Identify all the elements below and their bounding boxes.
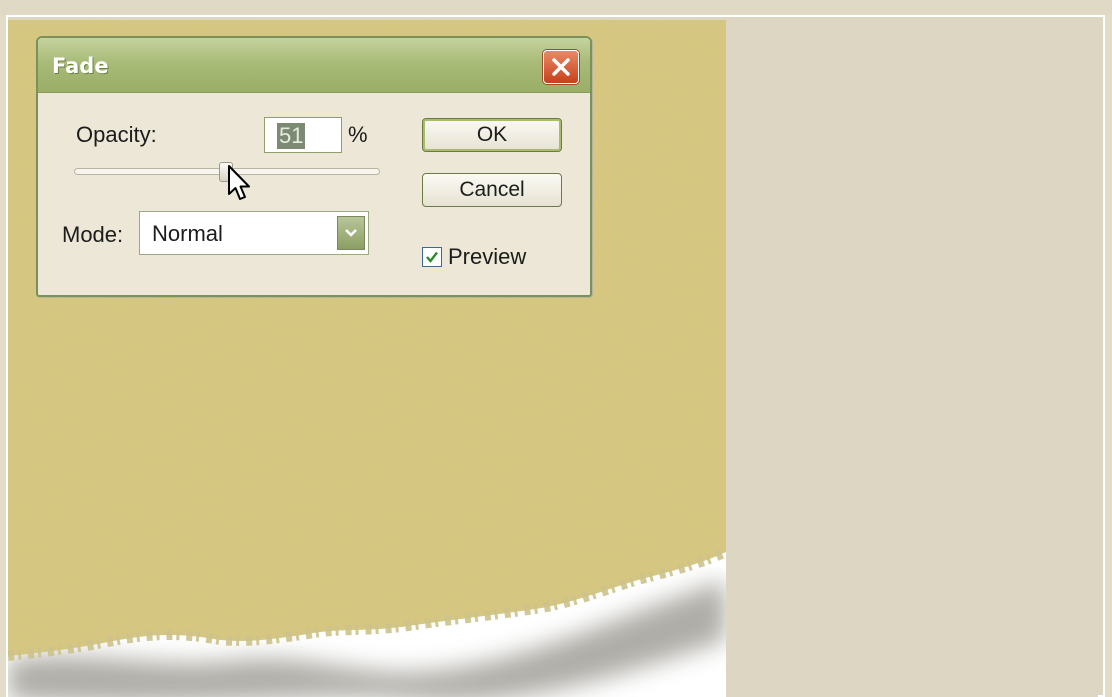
ok-button[interactable]: OK <box>422 118 562 152</box>
mode-label: Mode: <box>62 222 124 247</box>
close-button[interactable] <box>543 50 579 84</box>
right-panel <box>726 20 1098 697</box>
fade-dialog: Fade Opacity: 51 % Mode: Normal OK Cance… <box>36 36 592 297</box>
mode-value: Normal <box>152 221 223 246</box>
mode-dropdown-button[interactable] <box>337 216 365 250</box>
opacity-input[interactable]: 51 <box>264 117 342 153</box>
mode-select[interactable]: Normal <box>139 211 369 255</box>
chevron-down-icon <box>345 229 357 237</box>
close-icon <box>552 58 570 76</box>
preview-checkbox[interactable] <box>422 247 442 267</box>
opacity-value: 51 <box>277 123 306 149</box>
dialog-title: Fade <box>52 54 109 78</box>
checkmark-icon <box>426 251 438 263</box>
top-strip <box>0 0 1112 15</box>
opacity-label: Opacity: <box>76 122 157 147</box>
mouse-cursor-icon <box>227 165 250 200</box>
opacity-unit: % <box>348 122 368 147</box>
preview-label: Preview <box>448 244 527 269</box>
dialog-titlebar[interactable]: Fade <box>38 38 590 93</box>
cancel-button[interactable]: Cancel <box>422 173 562 207</box>
